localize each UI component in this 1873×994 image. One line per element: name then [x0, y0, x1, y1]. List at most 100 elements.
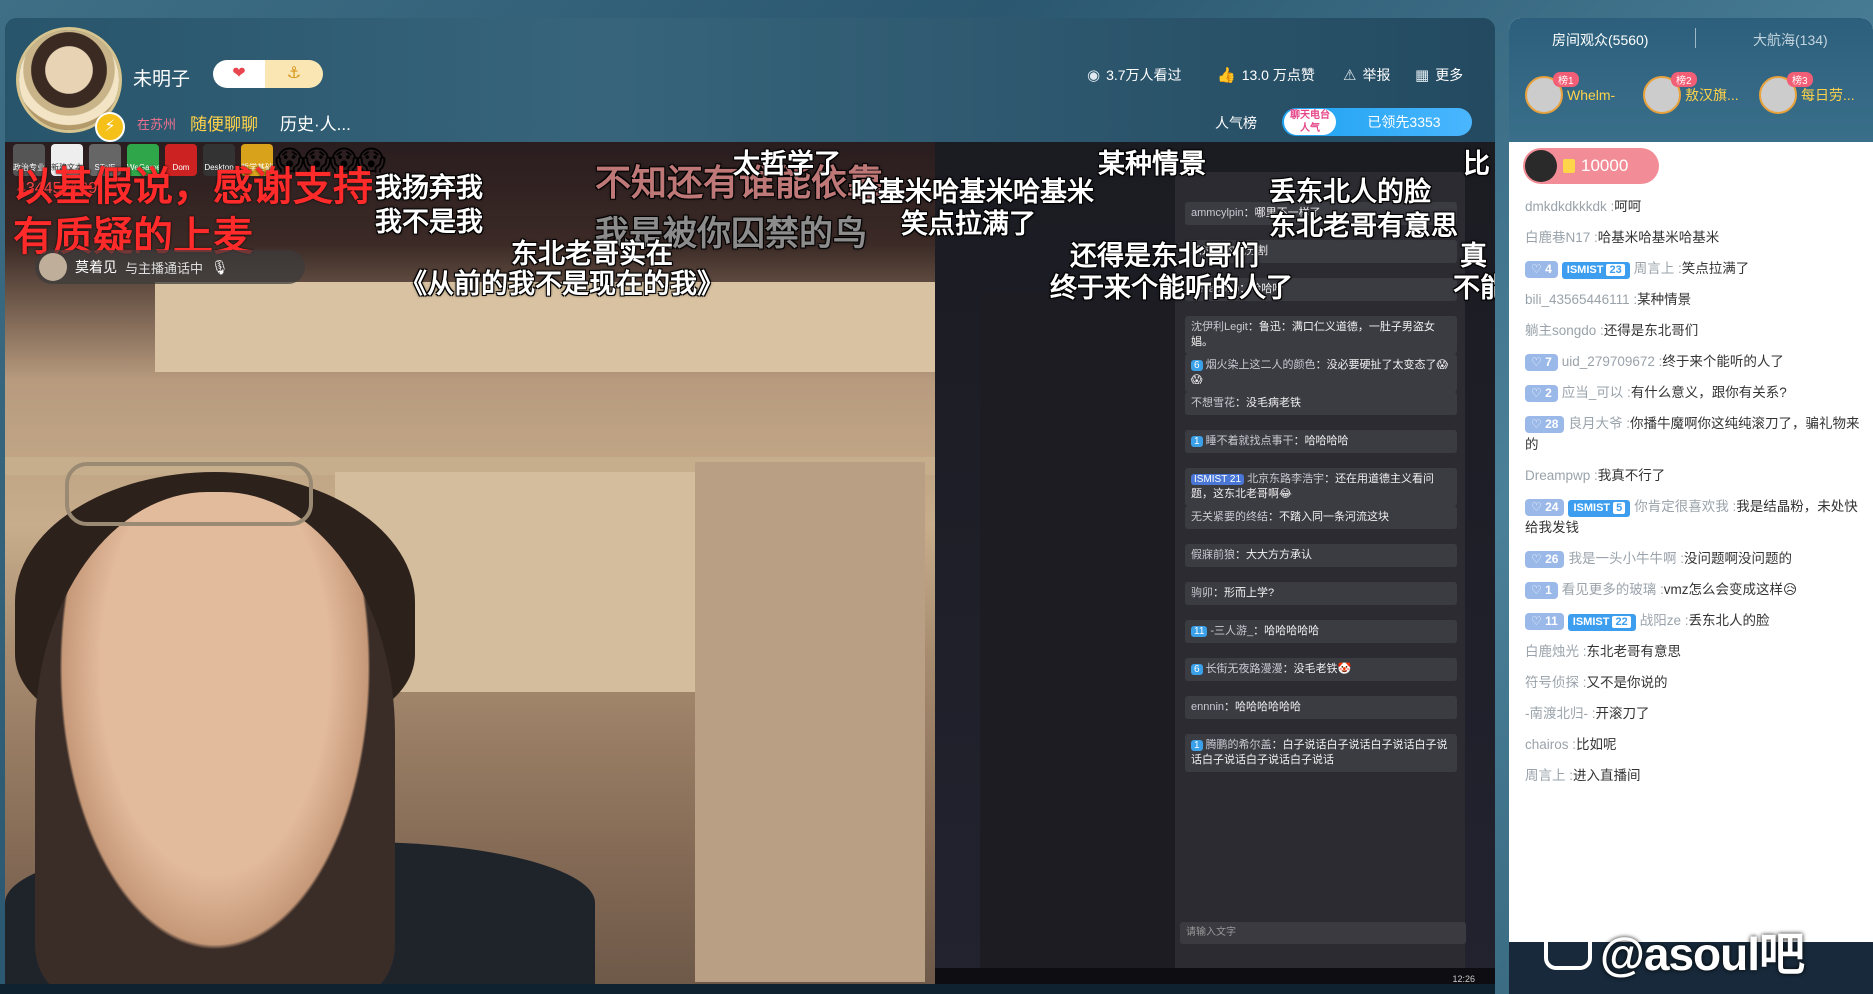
chat-username[interactable]: dmkdkdkkkdk	[1525, 199, 1607, 214]
colon: :	[1674, 261, 1682, 276]
chat-message[interactable]: dmkdkdkkkdk :呵呵	[1525, 196, 1865, 217]
rank-tag: 聊天电台 人气	[1284, 109, 1336, 135]
medal-badge[interactable]: ISMIST 22	[1567, 614, 1636, 631]
chat-message[interactable]: ♡ 26 我是一头小牛牛啊 :没问题啊没问题的	[1525, 548, 1865, 569]
chat-message[interactable]: -南渡北归- :开滚刀了	[1525, 703, 1865, 724]
medal-level: 22	[1612, 616, 1631, 628]
chat-message[interactable]: ♡ 7 uid_279709672 :终于来个能听的人了	[1525, 351, 1865, 372]
chat-message[interactable]: ♡ 24 ISMIST 5 你肯定很喜欢我 :我是结晶粉，未处快给我发钱	[1525, 496, 1865, 538]
chat-text: 进入直播间	[1573, 768, 1641, 783]
chat-username[interactable]: 我是一头小牛牛啊	[1568, 551, 1676, 566]
chat-message[interactable]: 白鹿巷N17 :哈基米哈基米哈基米	[1525, 227, 1865, 248]
tab-divider	[1695, 28, 1696, 48]
chat-message[interactable]: ♡ 28 良月大爷 :你播牛魔啊你这纯纯滚刀了，骗礼物来的	[1525, 413, 1865, 455]
tab-room-audience[interactable]: 房间观众(5560)	[1552, 30, 1648, 50]
follow-heart-button[interactable]: ❤	[213, 60, 265, 88]
call-status-pill[interactable]: 莫着见 与主播通话中 🎙	[35, 250, 305, 284]
chat-text: 哈基米哈基米哈基米	[1597, 230, 1720, 245]
room-header: ⚡ 未明子 ❤ ⚓ 在苏州 随便聊聊 历史·人... ◉ 3.7万人看过 👍 1…	[5, 18, 1495, 142]
chat-message[interactable]: 周言上 :进入直播间	[1525, 765, 1865, 786]
colon: ：	[1235, 549, 1246, 561]
chat-username[interactable]: 白鹿巷N17	[1525, 230, 1590, 245]
fan-level-badge: 1	[1191, 740, 1203, 751]
chat-message[interactable]: Dreampwp :我真不行了	[1525, 465, 1865, 486]
top-viewer-3[interactable]: 榜3 每日劳...	[1759, 72, 1855, 114]
top-viewer-2[interactable]: 榜2 敖汉旗...	[1643, 72, 1739, 114]
chat-message[interactable]: bili_43565446111 :某种情景	[1525, 289, 1865, 310]
chat-username[interactable]: Dreampwp	[1525, 468, 1590, 483]
fan-level-badge[interactable]: ♡ 24	[1525, 499, 1565, 516]
monitor-chat-line: ennnin：哈哈哈哈哈哈	[1185, 696, 1457, 719]
medal-name: ISMIST	[1573, 502, 1611, 514]
chat-message[interactable]: 躺主songdo :还得是东北哥们	[1525, 320, 1865, 341]
fan-level-badge[interactable]: ♡ 1	[1525, 582, 1558, 599]
chat-message[interactable]: ♡ 11 ISMIST 22 战阳ze :丢东北人的脸	[1525, 610, 1865, 631]
streamer-face	[35, 492, 395, 994]
anchor-icon-button[interactable]: ⚓	[265, 60, 323, 88]
fan-level-badge[interactable]: ♡ 28	[1525, 416, 1565, 433]
chat-username[interactable]: 周言上	[1525, 768, 1566, 783]
chat-text: 丢东北人的脸	[1688, 613, 1770, 628]
danmaku: 我不是我	[375, 207, 483, 237]
popularity-rank-link[interactable]: 人气榜	[1215, 113, 1257, 133]
chat-message[interactable]: ♡ 1 看见更多的玻璃 :vmz怎么会变成这样😥	[1525, 579, 1865, 600]
heart-icon: ♡	[1531, 355, 1546, 369]
chat-message[interactable]: ♡ 4 ISMIST 23 周言上 :笑点拉满了	[1525, 258, 1865, 279]
chat-username[interactable]: bili_43565446111	[1525, 292, 1630, 307]
colon: :	[1590, 230, 1598, 245]
more-button[interactable]: ▦ 更多	[1415, 65, 1463, 85]
colon: ：	[1271, 739, 1283, 751]
chat-message-list[interactable]: dmkdkdkkkdk :呵呵 白鹿巷N17 :哈基米哈基米哈基米 ♡ 4 ISMIS…	[1525, 196, 1865, 796]
chat-username[interactable]: 良月大爷	[1568, 416, 1622, 431]
fan-level-badge[interactable]: ♡ 2	[1525, 385, 1558, 402]
top-viewer-avatar: 榜1	[1525, 72, 1579, 114]
category-link[interactable]: 随便聊聊	[190, 110, 258, 135]
chat-username[interactable]: 战阳ze	[1640, 613, 1681, 628]
chat-username[interactable]: 看见更多的玻璃	[1562, 582, 1657, 597]
chat-username[interactable]: 周言上	[1634, 261, 1675, 276]
chat-message[interactable]: ♡ 2 应当_可以 :有什么意义，跟你有关系?	[1525, 382, 1865, 403]
fan-level-badge[interactable]: ♡ 26	[1525, 551, 1565, 568]
medal-badge[interactable]: ISMIST 5	[1568, 500, 1631, 517]
chat-text: 没问题啊没问题的	[1683, 551, 1792, 566]
chat-username[interactable]: chairos	[1525, 737, 1569, 752]
monitor-rank-list	[980, 292, 1180, 972]
colon: ：	[1243, 207, 1255, 219]
microphone-icon: 🎙	[211, 258, 229, 275]
chat-message[interactable]: chairos :比如呢	[1525, 734, 1865, 755]
sub-category-link[interactable]: 历史·人...	[280, 110, 351, 135]
monitor-chat-user: 假寐前狼	[1191, 549, 1235, 561]
top-viewer-1[interactable]: 榜1 Whelm-	[1525, 72, 1615, 114]
colon: ：	[1282, 663, 1294, 675]
report-button[interactable]: ⚠ 举报	[1343, 65, 1390, 85]
chat-text: 东北老哥有意思	[1586, 644, 1682, 659]
fan-level-badge[interactable]: ♡ 4	[1525, 261, 1558, 278]
fan-level-badge: 1	[1191, 436, 1203, 447]
chat-username[interactable]: 躺主songdo	[1525, 323, 1596, 338]
colon: ：	[1324, 473, 1336, 485]
chat-username[interactable]: 你肯定很喜欢我	[1634, 499, 1729, 514]
colon: :	[1579, 644, 1587, 659]
chat-username[interactable]: uid_279709672	[1562, 354, 1655, 369]
chat-username[interactable]: -南渡北归-	[1525, 706, 1588, 721]
chat-message[interactable]: 白鹿烛光 :东北老哥有意思	[1525, 641, 1865, 662]
chat-text: vmz怎么会变成这样😥	[1663, 582, 1798, 597]
fan-level-badge[interactable]: ♡ 7	[1525, 354, 1558, 371]
heart-icon: ♡	[1531, 552, 1546, 566]
tab-captain[interactable]: 大航海(134)	[1753, 30, 1828, 50]
fan-level-badge[interactable]: ♡ 11	[1525, 613, 1564, 630]
chat-message[interactable]: 符号侦探 :又不是你说的	[1525, 672, 1865, 693]
live-video[interactable]: 请输入文字 12:26 ammcylpin：哪里不一样了 和过去的我分割 delta…	[5, 142, 1495, 994]
rank-status-pill[interactable]: 聊天电台 人气 已领先3353	[1282, 108, 1472, 136]
likes-stat[interactable]: 👍 13.0 万点赞	[1217, 65, 1315, 85]
monitor-chat-line: 假寐前狼：大大方方承认	[1185, 544, 1457, 567]
chat-username[interactable]: 白鹿烛光	[1525, 644, 1579, 659]
heart-icon: ♡	[1531, 583, 1546, 597]
streamer-name[interactable]: 未明子	[133, 64, 190, 91]
gold-gift-pill[interactable]: 10000	[1523, 148, 1659, 184]
monitor-chat-user: ammcylpin	[1191, 207, 1244, 219]
chat-text: 终于来个能听的人了	[1662, 354, 1784, 369]
chat-username[interactable]: 符号侦探	[1525, 675, 1579, 690]
medal-badge[interactable]: ISMIST 23	[1561, 262, 1630, 279]
chat-username[interactable]: 应当_可以	[1562, 385, 1624, 400]
